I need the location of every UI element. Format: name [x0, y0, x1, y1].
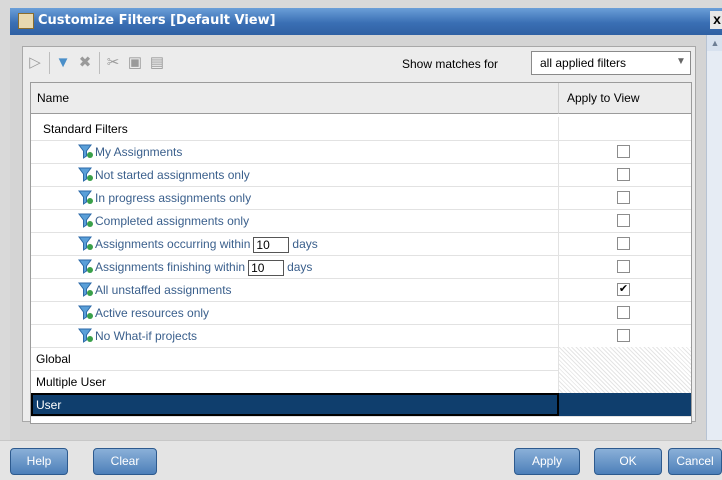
- cancel-button[interactable]: Cancel: [668, 448, 722, 475]
- category-standard-filters[interactable]: Standard Filters: [31, 117, 691, 141]
- apply-checkbox[interactable]: [617, 329, 630, 342]
- category-label: Standard Filters: [43, 122, 128, 136]
- filter-label: Completed assignments only: [95, 214, 250, 228]
- filters-table: Name Apply to View Standard Filters My A…: [30, 82, 692, 424]
- days-label: days: [287, 260, 313, 275]
- filter-icon[interactable]: ▷: [26, 54, 44, 72]
- filter-funnel-icon: [78, 282, 93, 297]
- apply-checkbox[interactable]: [617, 306, 630, 319]
- help-button[interactable]: Help: [10, 448, 68, 475]
- filter-label: Assignments occurring within: [95, 237, 251, 252]
- ok-button[interactable]: OK: [594, 448, 662, 475]
- close-button[interactable]: x: [710, 11, 722, 29]
- apply-button[interactable]: Apply: [514, 448, 580, 475]
- customize-filters-dialog: Customize Filters [Default View] x ▷ ▼ ✖…: [0, 0, 722, 480]
- filter-row[interactable]: Assignments finishing within days: [31, 255, 691, 279]
- filter-funnel-icon: [78, 328, 93, 343]
- apply-checkbox[interactable]: [617, 191, 630, 204]
- delete-icon[interactable]: ✖: [76, 54, 94, 72]
- filter-row[interactable]: All unstaffed assignments ✔: [31, 278, 691, 302]
- category-label: Global: [36, 352, 71, 366]
- scroll-up-icon[interactable]: ▲: [707, 35, 722, 51]
- filter-funnel-icon: [78, 213, 93, 228]
- filter-row[interactable]: My Assignments: [31, 140, 691, 164]
- java-cup-icon: [18, 13, 34, 29]
- apply-checkbox[interactable]: [617, 145, 630, 158]
- apply-checkbox[interactable]: [617, 260, 630, 273]
- add-filter-icon[interactable]: ▼: [54, 54, 72, 72]
- filter-row[interactable]: Not started assignments only: [31, 163, 691, 187]
- copy-icon[interactable]: ▣: [126, 54, 144, 72]
- filter-label: My Assignments: [95, 145, 183, 159]
- vertical-scrollbar[interactable]: ▲ ▼: [706, 35, 722, 459]
- title-bar: Customize Filters [Default View] x: [10, 8, 722, 35]
- filter-row[interactable]: Assignments occurring within days: [31, 232, 691, 256]
- filter-funnel-icon: [78, 259, 93, 274]
- filter-label: All unstaffed assignments: [95, 283, 232, 297]
- hatched-cell: [559, 347, 691, 393]
- filter-label: Assignments finishing within: [95, 260, 246, 275]
- category-global[interactable]: Global: [31, 347, 559, 371]
- days-input[interactable]: [253, 237, 290, 253]
- paste-icon[interactable]: ▤: [148, 54, 166, 72]
- chevron-down-icon: ▼: [676, 56, 686, 67]
- filter-row[interactable]: In progress assignments only: [31, 186, 691, 210]
- filter-funnel-icon: [78, 190, 93, 205]
- days-label: days: [292, 237, 318, 252]
- filter-funnel-icon: [78, 144, 93, 159]
- category-label: User: [36, 398, 62, 412]
- window-title: Customize Filters [Default View]: [38, 13, 276, 28]
- days-input[interactable]: [248, 260, 285, 276]
- filter-row[interactable]: Active resources only: [31, 301, 691, 325]
- apply-checkbox[interactable]: [617, 237, 630, 250]
- category-multiple-user[interactable]: Multiple User: [31, 370, 559, 394]
- apply-checkbox[interactable]: [617, 214, 630, 227]
- apply-checkbox[interactable]: ✔: [617, 283, 630, 296]
- category-user[interactable]: User: [31, 393, 691, 417]
- column-header-apply[interactable]: Apply to View: [559, 83, 691, 114]
- column-header-name[interactable]: Name: [31, 83, 559, 114]
- filter-label: In progress assignments only: [95, 191, 252, 205]
- clear-button[interactable]: Clear: [93, 448, 157, 475]
- toolbar-divider: [99, 52, 100, 74]
- filter-label: No What-if projects: [95, 329, 198, 343]
- category-label: Multiple User: [36, 375, 107, 389]
- filter-row[interactable]: No What-if projects: [31, 324, 691, 348]
- show-matches-select[interactable]: all applied filters ▼: [531, 51, 691, 75]
- filter-row[interactable]: Completed assignments only: [31, 209, 691, 233]
- show-matches-label: Show matches for: [402, 57, 499, 71]
- cut-icon[interactable]: ✂: [104, 54, 122, 72]
- filter-funnel-icon: [78, 305, 93, 320]
- show-matches-value: all applied filters: [540, 56, 627, 70]
- apply-checkbox[interactable]: [617, 168, 630, 181]
- filter-funnel-icon: [78, 167, 93, 182]
- filter-funnel-icon: [78, 236, 93, 251]
- filter-label: Active resources only: [95, 306, 210, 320]
- filter-label: Not started assignments only: [95, 168, 250, 182]
- toolbar-divider: [49, 52, 50, 74]
